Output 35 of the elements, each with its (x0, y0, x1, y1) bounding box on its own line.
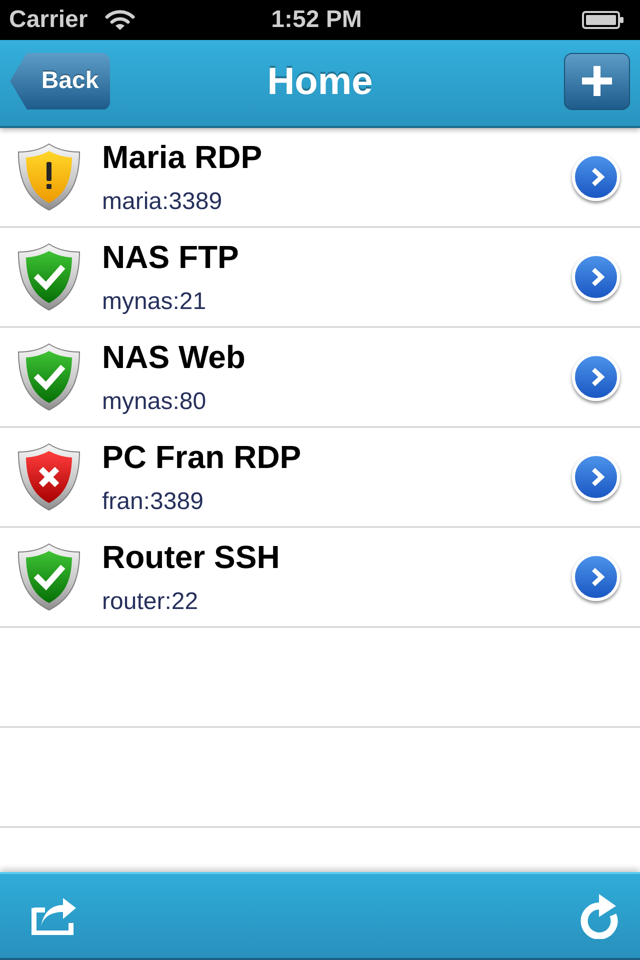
connection-name: NAS Web (102, 339, 246, 375)
detail-button[interactable] (572, 453, 620, 501)
connection-address: fran:3389 (102, 487, 204, 517)
chevron-icon (590, 567, 604, 587)
add-button[interactable] (564, 52, 630, 110)
check-shield-icon (17, 543, 81, 611)
wifi-icon (104, 9, 135, 31)
connection-address: mynas:80 (102, 387, 206, 417)
chevron-icon (590, 367, 604, 387)
detail-button[interactable] (572, 253, 620, 301)
clock-time: 1:52 PM (271, 5, 362, 35)
detail-button[interactable] (572, 153, 620, 201)
carrier-name: Carrier (9, 5, 88, 35)
connection-name: Router SSH (102, 539, 280, 575)
connection-address: router:22 (102, 587, 198, 617)
cross-shield-icon (17, 443, 81, 511)
detail-button[interactable] (572, 353, 620, 401)
check-shield-icon (17, 343, 81, 411)
chevron-icon (590, 467, 604, 487)
share-icon[interactable] (31, 897, 77, 935)
check-shield-icon (17, 243, 81, 311)
connection-name: Maria RDP (102, 139, 262, 175)
connection-name: PC Fran RDP (102, 439, 302, 475)
refresh-icon[interactable] (578, 893, 618, 939)
connection-address: maria:3389 (102, 187, 222, 217)
detail-button[interactable] (572, 553, 620, 601)
chevron-icon (590, 267, 604, 287)
warning-shield-icon (17, 143, 81, 211)
nav-title: Home (267, 60, 373, 104)
back-button[interactable]: Back (10, 52, 110, 110)
chevron-icon (590, 167, 604, 187)
battery-icon (582, 11, 624, 29)
connection-address: mynas:21 (102, 287, 206, 317)
connection-name: NAS FTP (102, 239, 239, 275)
plus-icon (582, 66, 612, 96)
